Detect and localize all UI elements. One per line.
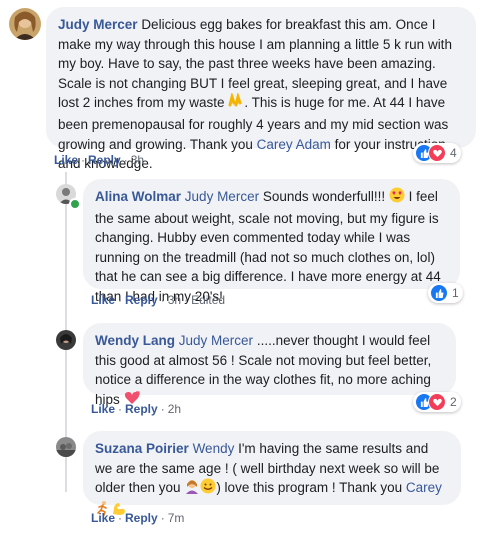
comment-actions: Like · Reply · 3h [54,153,145,167]
love-reaction-icon [428,144,446,162]
reply-button[interactable]: Reply [88,153,121,167]
comment-bubble-judy: Judy Mercer Delicious egg bakes for brea… [46,7,476,171]
mention-link[interactable]: Wendy [193,441,235,456]
like-button[interactable]: Like [54,153,78,167]
woman-gesturing-icon [184,478,200,500]
comment-bubble-alina: Alina Wolmar Judy Mercer Sounds wonderfu… [83,179,460,304]
timestamp[interactable]: 3h [131,153,144,167]
reaction-summary[interactable]: 1 [428,283,463,303]
avatar-judy-mercer[interactable] [9,8,41,40]
timestamp[interactable]: 2h [168,402,181,416]
comment-bubble-suzana: Suzana Poirier Wendy I'm having the same… [83,431,461,516]
reaction-summary[interactable]: 2 [413,392,461,412]
timestamp[interactable]: 3h [168,293,181,307]
comment-actions: Like · Reply · 3h · Edited [91,293,226,307]
mention-link-2[interactable]: Carey [406,480,442,495]
comment-author[interactable]: Alina Wolmar [95,189,181,204]
mention-link[interactable]: Judy Mercer [179,333,253,348]
comment-actions: Like · Reply · 2h [91,402,182,416]
like-button[interactable]: Like [91,511,115,525]
comment-author[interactable]: Suzana Poirier [95,441,189,456]
comment-text-continued: ) love this program ! Thank you [216,480,406,496]
avatar-suzana-poirier[interactable] [56,437,76,457]
timestamp[interactable]: 7m [168,511,185,525]
reply-button[interactable]: Reply [125,511,158,525]
love-reaction-icon [428,393,446,411]
edited-label[interactable]: Edited [191,293,225,307]
smile-icon [200,478,216,500]
reaction-summary[interactable]: 4 [413,143,461,163]
comment-actions: Like · Reply · 7m [91,511,185,525]
comment-author[interactable]: Wendy Lang [95,333,175,348]
reaction-count: 4 [450,146,457,160]
reply-button[interactable]: Reply [125,293,158,307]
reaction-count: 2 [450,395,457,409]
mention-link[interactable]: Carey Adam [257,137,331,152]
online-status-indicator [69,198,81,210]
comment-bubble-wendy: Wendy Lang Judy Mercer .....never though… [83,323,456,407]
reply-button[interactable]: Reply [125,402,158,416]
heart-eyes-icon [389,187,405,209]
raised-hands-icon [228,92,244,115]
like-button[interactable]: Like [91,293,115,307]
comment-author[interactable]: Judy Mercer [58,17,138,32]
avatar-wendy-lang[interactable] [56,330,76,350]
mention-link[interactable]: Judy Mercer [185,189,259,204]
like-reaction-icon [430,284,448,302]
reaction-count: 1 [452,286,459,300]
comment-text: Sounds wonderfull!!! [259,189,389,204]
like-button[interactable]: Like [91,402,115,416]
